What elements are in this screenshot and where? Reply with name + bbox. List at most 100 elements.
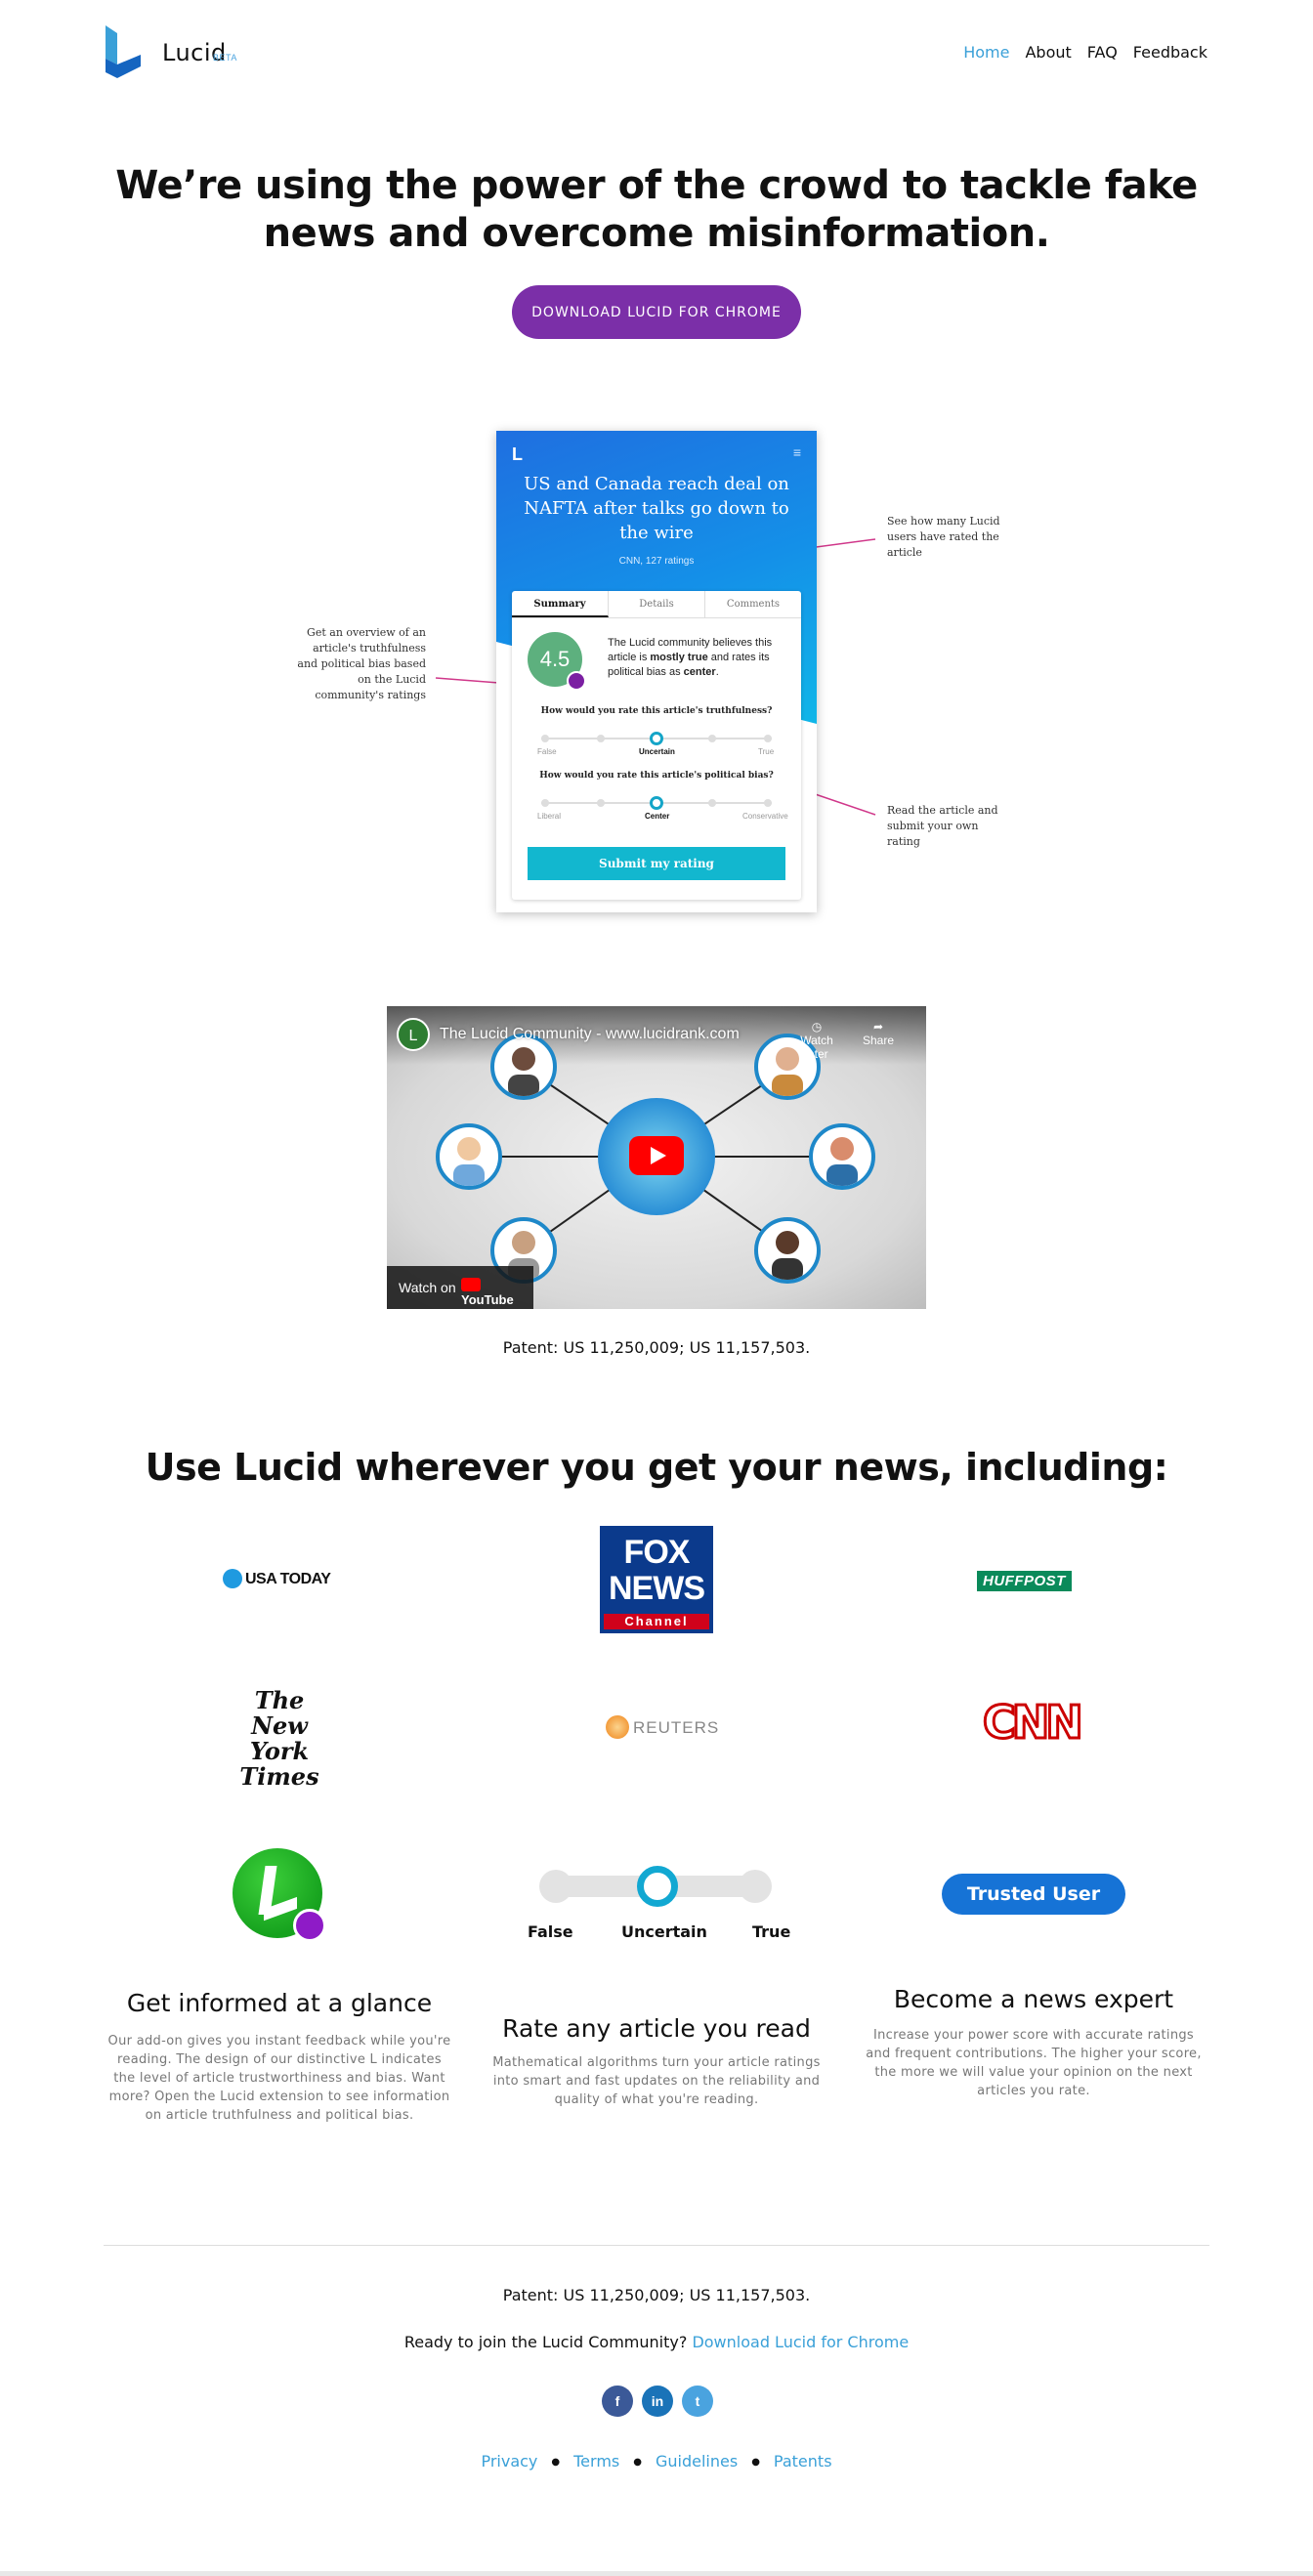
fox-news-logo: FOX NEWS Channel — [600, 1526, 713, 1633]
nav-link-faq[interactable]: FAQ — [1087, 43, 1118, 62]
hero-title: We’re using the power of the crowd to ta… — [0, 162, 1313, 258]
mockup-logo-icon: L — [512, 444, 523, 464]
nyt-logo: The New York Times — [229, 1688, 330, 1790]
nav-link-about[interactable]: About — [1025, 43, 1071, 62]
separator-dot: ● — [551, 2457, 561, 2468]
play-button-icon[interactable] — [629, 1136, 684, 1175]
usa-today-dot-icon — [223, 1569, 242, 1588]
slider-stop[interactable] — [708, 799, 716, 807]
join-text: Ready to join the Lucid Community? — [403, 2333, 688, 2351]
truthfulness-question: How would you rate this article's truthf… — [540, 706, 773, 716]
slider-stop[interactable] — [764, 799, 772, 807]
truth-label-true: True — [758, 747, 775, 756]
video-embed[interactable]: L The Lucid Community - www.lucidrank.co… — [387, 1006, 926, 1309]
summary-truth: mostly true — [650, 652, 708, 663]
slider-end-right — [739, 1870, 772, 1903]
bias-dot-icon — [293, 1909, 326, 1942]
bias-label-center: Center — [645, 812, 670, 821]
twitter-icon[interactable]: t — [682, 2386, 713, 2417]
page-bottom-bar — [0, 2571, 1313, 2576]
bias-question: How would you rate this article's politi… — [539, 771, 774, 781]
clock-icon: ◷ — [811, 1020, 823, 1034]
bias-badge-icon — [567, 671, 586, 691]
footer-links: Privacy ● Terms ● Guidelines ● Patents — [0, 2452, 1313, 2473]
footer-link-patents[interactable]: Patents — [774, 2452, 832, 2473]
top-nav: Lucid BETA Home About FAQ Feedback — [0, 0, 1313, 107]
slider-label-uncertain: Uncertain — [621, 1922, 707, 1941]
truth-label-uncertain: Uncertain — [639, 747, 675, 756]
mockup-tabs: Summary Details Comments — [512, 591, 801, 618]
slider-handle[interactable] — [650, 796, 663, 810]
summary-bias: center — [683, 666, 716, 678]
facebook-icon[interactable]: f — [602, 2386, 633, 2417]
huffpost-logo: HUFFPOST — [977, 1571, 1072, 1591]
slider-handle[interactable] — [650, 732, 663, 745]
usa-today-text: USA TODAY — [245, 1571, 331, 1587]
hero-title-line-1: We’re using the power of the crowd to ta… — [115, 163, 1198, 208]
news-text: NEWS — [609, 1570, 705, 1607]
slider-stop[interactable] — [708, 735, 716, 742]
join-community-text: Ready to join the Lucid Community? Downl… — [0, 2333, 1313, 2351]
summary-text: The Lucid community believes this articl… — [608, 636, 793, 680]
truthfulness-slider[interactable] — [541, 732, 772, 745]
watch-later-button[interactable]: ◷ Watch later — [787, 1020, 846, 1061]
site-logo[interactable]: Lucid BETA — [104, 25, 250, 84]
slider-end-left — [539, 1870, 572, 1903]
slider-stop[interactable] — [764, 735, 772, 742]
video-title[interactable]: The Lucid Community - www.lucidrank.com — [440, 1026, 740, 1043]
avatar-person-icon — [809, 1123, 875, 1190]
channel-avatar[interactable]: L — [397, 1018, 430, 1051]
share-icon: ➦ — [872, 1020, 884, 1034]
news-sources-title: Use Lucid wherever you get your news, in… — [145, 1446, 1168, 1489]
bias-slider[interactable] — [541, 796, 772, 810]
rating-slider-illustration — [539, 1866, 772, 1907]
trusted-user-badge: Trusted User — [942, 1874, 1125, 1915]
submit-rating-button[interactable]: Submit my rating — [528, 847, 785, 880]
youtube-logo-icon — [461, 1278, 481, 1291]
channel-text: Channel — [604, 1614, 709, 1629]
annotation-overview: Get an overview of an article's truthful… — [297, 626, 426, 701]
linkedin-icon[interactable]: in — [642, 2386, 673, 2417]
feature-text-expert: Increase your power score with accurate … — [866, 2028, 1202, 2098]
share-label: Share — [862, 1034, 895, 1047]
nyt-line-3: Times — [239, 1762, 319, 1791]
patent-text: Patent: US 11,250,009; US 11,157,503. — [502, 1338, 811, 1357]
annotation-submit-rating: Read the article and submit your own rat… — [887, 804, 998, 848]
watch-later-label: Watch later — [800, 1034, 833, 1061]
tab-comments[interactable]: Comments — [705, 591, 801, 617]
footer-link-terms[interactable]: Terms — [573, 2452, 619, 2473]
nyt-line-1: The — [254, 1686, 305, 1714]
lucid-l-icon — [233, 1848, 326, 1942]
youtube-logo: YouTube — [461, 1278, 533, 1307]
download-chrome-button[interactable]: DOWNLOAD LUCID FOR CHROME — [512, 285, 801, 339]
slider-stop[interactable] — [541, 735, 549, 742]
slider-stop[interactable] — [597, 735, 605, 742]
footer-patent-text: Patent: US 11,250,009; US 11,157,503. — [502, 2286, 811, 2304]
avatar-person-icon — [436, 1123, 502, 1190]
slider-stop[interactable] — [541, 799, 549, 807]
summary-end: . — [715, 666, 719, 678]
youtube-label: YouTube — [461, 1292, 514, 1307]
tab-summary[interactable]: Summary — [512, 591, 609, 617]
nav-link-feedback[interactable]: Feedback — [1133, 43, 1207, 62]
nyt-line-2: New York — [249, 1711, 310, 1765]
footer-link-privacy[interactable]: Privacy — [481, 2452, 537, 2473]
slider-stop[interactable] — [597, 799, 605, 807]
share-button[interactable]: ➦ Share — [854, 1020, 903, 1047]
slider-label-false: False — [528, 1922, 573, 1941]
download-chrome-link[interactable]: Download Lucid for Chrome — [692, 2333, 909, 2351]
feature-text-glance: Our add-on gives you instant feedback wh… — [107, 2034, 451, 2123]
bias-label-conservative: Conservative — [742, 812, 788, 821]
nav-link-home[interactable]: Home — [963, 43, 1009, 62]
mockup-ratings-count: CNN, 127 ratings — [618, 556, 695, 567]
feature-text-rate: Mathematical algorithms turn your articl… — [492, 2055, 821, 2107]
separator-dot: ● — [751, 2457, 760, 2468]
feature-heading-rate: Rate any article you read — [502, 2014, 811, 2043]
tab-details[interactable]: Details — [609, 591, 705, 617]
mockup-menu-icon[interactable]: ≡ — [793, 444, 801, 460]
reuters-text: REUTERS — [633, 1718, 720, 1737]
watch-on-youtube-button[interactable]: Watch on YouTube — [387, 1266, 533, 1309]
footer-link-guidelines[interactable]: Guidelines — [656, 2452, 738, 2473]
separator-dot: ● — [633, 2457, 642, 2468]
extension-mockup: L ≡ US and Canada reach deal on NAFTA af… — [496, 431, 817, 912]
